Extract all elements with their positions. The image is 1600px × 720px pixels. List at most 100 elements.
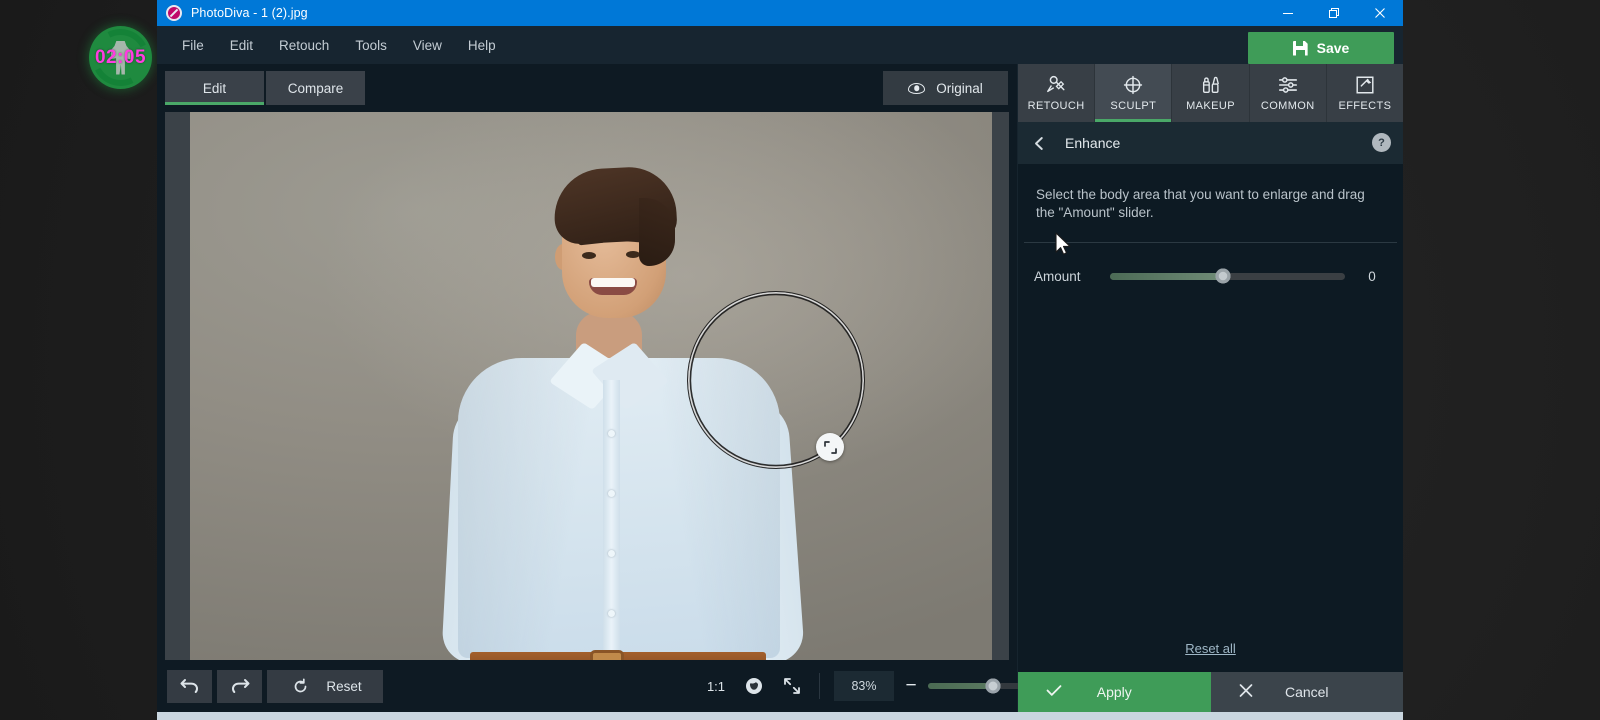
amount-slider-fill (1110, 272, 1223, 280)
amount-slider-row: Amount 0 (1018, 243, 1403, 284)
editor-bottom-toolbar: Reset 1:1 83% − (157, 660, 1047, 712)
redo-button[interactable] (217, 669, 262, 703)
toolbar-divider (819, 673, 820, 699)
tab-common[interactable]: COMMON (1249, 64, 1327, 122)
menu-item-edit[interactable]: Edit (217, 32, 266, 59)
reset-all-wrapper: Reset all (1018, 640, 1403, 672)
subject-mouth (589, 278, 637, 295)
original-toggle-label: Original (936, 80, 983, 96)
menu-item-view[interactable]: View (400, 32, 455, 59)
tab-compare[interactable]: Compare (266, 71, 365, 105)
panel-action-bar: Apply Cancel (1018, 672, 1403, 712)
original-toggle-button[interactable]: Original (883, 71, 1008, 105)
tab-edit-label: Edit (202, 80, 227, 96)
menu-item-help[interactable]: Help (455, 32, 509, 59)
reset-all-link[interactable]: Reset all (1185, 641, 1236, 656)
photodiva-app-icon (166, 5, 182, 21)
subject-belt-buckle (590, 650, 624, 660)
zoom-slider-thumb[interactable] (985, 678, 1001, 694)
retouch-wand-icon (1047, 75, 1065, 93)
zoom-out-button[interactable]: − (904, 675, 918, 697)
close-icon[interactable] (1357, 0, 1403, 26)
apply-button[interactable]: Apply (1018, 672, 1211, 712)
screen-recorder-badge[interactable]: 02:05 (84, 21, 157, 94)
x-icon (1239, 684, 1253, 701)
arrow-cursor (1055, 232, 1071, 255)
subject-eye-left (582, 252, 596, 259)
reset-circular-arrow-icon (295, 677, 307, 692)
title-bar: PhotoDiva - 1 (2).jpg (157, 0, 1403, 26)
recording-timer: 02:05 (94, 46, 147, 68)
cancel-button-label: Cancel (1284, 684, 1329, 700)
photo-canvas[interactable] (190, 112, 992, 660)
cancel-button[interactable]: Cancel (1210, 672, 1403, 712)
panel-sub-header: Enhance ? (1018, 122, 1403, 164)
zoom-tools: 1:1 83% − (697, 669, 1048, 703)
menu-bar: File Edit Retouch Tools View Help Save (157, 26, 1403, 64)
tab-retouch-label: RETOUCH (1027, 100, 1085, 112)
workspace: Edit Compare Original Reset 1:1 83% − RE… (157, 64, 1404, 712)
editor-area: Edit Compare Original Reset 1:1 83% − (157, 64, 1047, 712)
subject-shirt-placket (603, 380, 620, 660)
minimize-icon[interactable] (1265, 0, 1311, 26)
tab-makeup[interactable]: MAKEUP (1172, 64, 1250, 122)
undo-button[interactable] (167, 669, 212, 703)
undo-icon (180, 679, 198, 693)
save-disk-icon (1292, 40, 1308, 56)
right-panel: RETOUCH SCULPT MAKEUP COMMON EFFECTS Enh… (1017, 64, 1404, 712)
sliders-icon (1278, 77, 1297, 93)
tab-compare-label: Compare (287, 80, 344, 96)
tab-retouch[interactable]: RETOUCH (1018, 64, 1096, 122)
shirt-button (608, 610, 615, 617)
fit-to-screen-button[interactable] (773, 669, 811, 703)
view-tab-bar: Edit Compare Original (157, 64, 1017, 112)
sculpt-target-icon (1124, 75, 1143, 95)
apply-button-label: Apply (1096, 684, 1132, 700)
face-zoom-button[interactable] (735, 669, 773, 703)
panel-spacer (1018, 284, 1403, 640)
shirt-button (608, 550, 615, 557)
help-icon[interactable]: ? (1372, 133, 1391, 152)
menu-item-retouch[interactable]: Retouch (266, 32, 342, 59)
save-button-label: Save (1316, 40, 1350, 56)
amount-label: Amount (1034, 268, 1081, 284)
actual-size-button[interactable]: 1:1 (697, 669, 735, 703)
amount-value: 0 (1368, 268, 1376, 284)
window-title: PhotoDiva - 1 (2).jpg (191, 6, 308, 20)
amount-slider-thumb[interactable] (1215, 268, 1231, 284)
photo-frame (165, 112, 1009, 660)
tab-effects[interactable]: EFFECTS (1326, 64, 1404, 122)
zoom-slider-track[interactable] (928, 678, 1024, 694)
window-controls (1265, 0, 1403, 26)
menu-item-tools[interactable]: Tools (342, 32, 400, 59)
tab-edit[interactable]: Edit (165, 71, 264, 105)
resize-handle-icon[interactable] (816, 433, 844, 461)
reset-button[interactable]: Reset (267, 669, 383, 703)
amount-slider-track[interactable] (1110, 268, 1345, 284)
menu-item-file[interactable]: File (169, 32, 217, 59)
redo-icon (231, 679, 249, 693)
tab-effects-label: EFFECTS (1338, 100, 1392, 112)
back-chevron-icon[interactable] (1032, 136, 1047, 151)
save-button[interactable]: Save (1248, 32, 1394, 64)
check-icon (1046, 684, 1062, 701)
shirt-button (608, 430, 615, 437)
restore-icon[interactable] (1311, 0, 1357, 26)
effects-frame-icon (1356, 76, 1374, 94)
photodiva-window: PhotoDiva - 1 (2).jpg File Edit Retouch … (157, 0, 1404, 712)
canvas-wrapper (157, 112, 1017, 660)
category-tab-bar: RETOUCH SCULPT MAKEUP COMMON EFFECTS (1018, 64, 1404, 122)
tab-sculpt-label: SCULPT (1110, 100, 1157, 112)
fit-to-screen-icon (784, 678, 800, 694)
panel-description: Select the body area that you want to en… (1036, 187, 1365, 220)
makeup-brushes-icon (1202, 76, 1219, 94)
subject-eye-right (626, 251, 640, 258)
zoom-percent-value[interactable]: 83% (834, 671, 894, 701)
window-bottom-strip (157, 712, 1403, 720)
actual-size-label: 1:1 (706, 678, 726, 694)
shirt-button (608, 490, 615, 497)
reset-button-label: Reset (326, 678, 362, 694)
tab-makeup-label: MAKEUP (1186, 100, 1235, 112)
tab-sculpt[interactable]: SCULPT (1095, 64, 1173, 122)
face-icon (746, 678, 762, 694)
